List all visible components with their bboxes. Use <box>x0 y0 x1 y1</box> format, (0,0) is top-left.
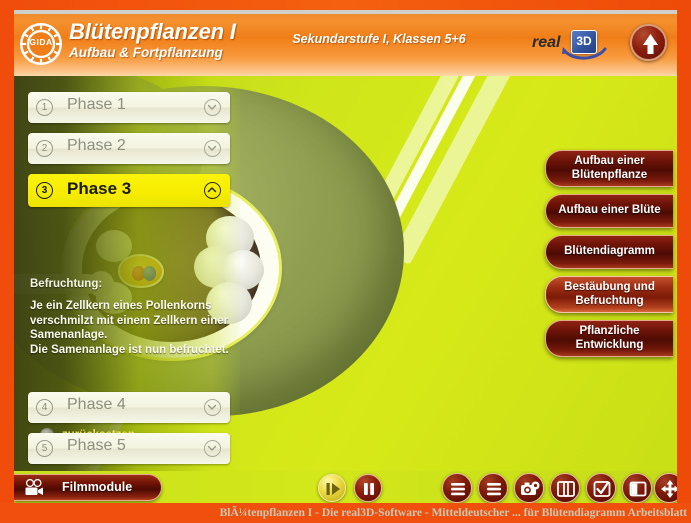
caption-bar: BlÃ¼tenpflanzen I - Die real3D-Software … <box>0 503 691 523</box>
split-panel-icon <box>629 481 647 497</box>
page-subtitle: Aufbau & Fortpflanzung <box>69 45 223 60</box>
chevron-down-icon[interactable] <box>204 140 221 157</box>
phase-label: Phase 4 <box>67 396 126 413</box>
menu-item-bestaeubung-befruchtung[interactable]: Bestäubung und Befruchtung <box>545 276 673 313</box>
copy-pages-icon <box>557 481 575 497</box>
play-icon <box>326 483 340 495</box>
checkbox-button[interactable] <box>586 473 616 503</box>
sidebar-item-phase-4[interactable]: 4 Phase 4 <box>28 392 230 423</box>
phase-number: 5 <box>36 440 53 457</box>
phase-number: 2 <box>36 140 53 157</box>
menu-item-label: Bestäubung und Befruchtung <box>564 281 655 307</box>
split-view-button[interactable] <box>622 473 652 503</box>
checkbox-check-icon <box>593 481 611 497</box>
topic-menu: Aufbau einer Blütenpflanze Aufbau einer … <box>545 150 677 364</box>
chevron-down-icon[interactable] <box>204 99 221 116</box>
phase-number: 1 <box>36 99 53 116</box>
sidebar-item-phase-1[interactable]: 1 Phase 1 <box>28 92 230 123</box>
camera-gear-icon <box>521 481 540 495</box>
phase-label: Phase 3 <box>67 179 132 198</box>
screenshot-button[interactable] <box>514 473 544 503</box>
chevron-up-icon[interactable] <box>204 182 221 199</box>
menu-item-bluetendiagramm[interactable]: Blütendiagramm <box>545 235 673 269</box>
menu-item-label: Blütendiagramm <box>564 245 655 258</box>
menu-list-button[interactable] <box>442 473 472 503</box>
real3d-logo: real 3D <box>532 28 618 64</box>
menu-item-aufbau-bluete[interactable]: Aufbau einer Blüte <box>545 194 673 228</box>
caption-text: BlÃ¼tenpflanzen I - Die real3D-Software … <box>219 507 687 519</box>
chevron-down-icon[interactable] <box>204 440 221 457</box>
gida-logo-text: GIDA <box>29 37 53 47</box>
pause-icon <box>364 483 374 495</box>
title-block: Blütenpflanzen I Aufbau & Fortpflanzung <box>69 19 236 61</box>
phase-description: Befruchtung: Je ein Zellkern eines Polle… <box>30 278 230 357</box>
copy-button[interactable] <box>550 473 580 503</box>
filmmodule-label: Filmmodule <box>62 480 133 494</box>
menu-list-alt-button[interactable] <box>478 473 508 503</box>
list-lines-icon <box>451 483 465 496</box>
move-button[interactable] <box>654 473 677 503</box>
menu-item-pflanzliche-entwicklung[interactable]: Pflanzliche Entwicklung <box>545 320 673 357</box>
bottom-toolbar: Filmmodule <box>14 471 677 505</box>
scroll-up-button[interactable] <box>630 24 667 61</box>
play-button[interactable] <box>318 474 346 502</box>
phase-sidebar: 1 Phase 1 2 Phase 2 3 Phase 3 Befruchtun… <box>14 76 240 471</box>
move-arrows-icon <box>661 480 677 498</box>
sidebar-item-phase-3[interactable]: 3 Phase 3 <box>28 174 230 207</box>
gida-logo: GIDA <box>19 22 63 66</box>
application-window: GIDA Blütenpflanzen I Aufbau & Fortpflan… <box>0 0 691 523</box>
phase-label: Phase 5 <box>67 437 126 454</box>
phase-number: 3 <box>36 182 53 199</box>
chevron-down-icon[interactable] <box>204 399 221 416</box>
phase-label: Phase 1 <box>67 96 126 113</box>
phase-description-heading: Befruchtung: <box>30 278 103 290</box>
app-header: GIDA Blütenpflanzen I Aufbau & Fortpflan… <box>14 10 677 76</box>
menu-item-label: Pflanzliche Entwicklung <box>575 325 644 351</box>
phase-number: 4 <box>36 399 53 416</box>
arrow-up-icon <box>643 34 658 54</box>
header-audience-label: Sekundarstufe I, Klassen 5+6 <box>292 32 466 46</box>
film-camera-icon <box>25 479 43 495</box>
pause-button[interactable] <box>354 474 382 502</box>
phase-label: Phase 2 <box>67 137 126 154</box>
menu-item-label: Aufbau einer Blütenpflanze <box>571 155 648 181</box>
menu-item-aufbau-bluetenpflanze[interactable]: Aufbau einer Blütenpflanze <box>545 150 673 187</box>
header-top-line <box>14 10 677 14</box>
filmmodule-button[interactable]: Filmmodule <box>14 474 162 501</box>
real3d-word: real <box>532 34 561 51</box>
sidebar-item-phase-2[interactable]: 2 Phase 2 <box>28 133 230 164</box>
swoosh-arrow-icon <box>562 47 607 60</box>
page-title: Blütenpflanzen I <box>69 19 236 44</box>
sidebar-item-phase-5[interactable]: 5 Phase 5 <box>28 433 230 464</box>
menu-item-label: Aufbau einer Blüte <box>558 204 661 217</box>
app-content: GIDA Blütenpflanzen I Aufbau & Fortpflan… <box>14 10 677 505</box>
list-lines-alt-icon <box>487 483 501 496</box>
phase-description-body: Je ein Zellkern eines Pollenkorns versch… <box>30 300 229 356</box>
